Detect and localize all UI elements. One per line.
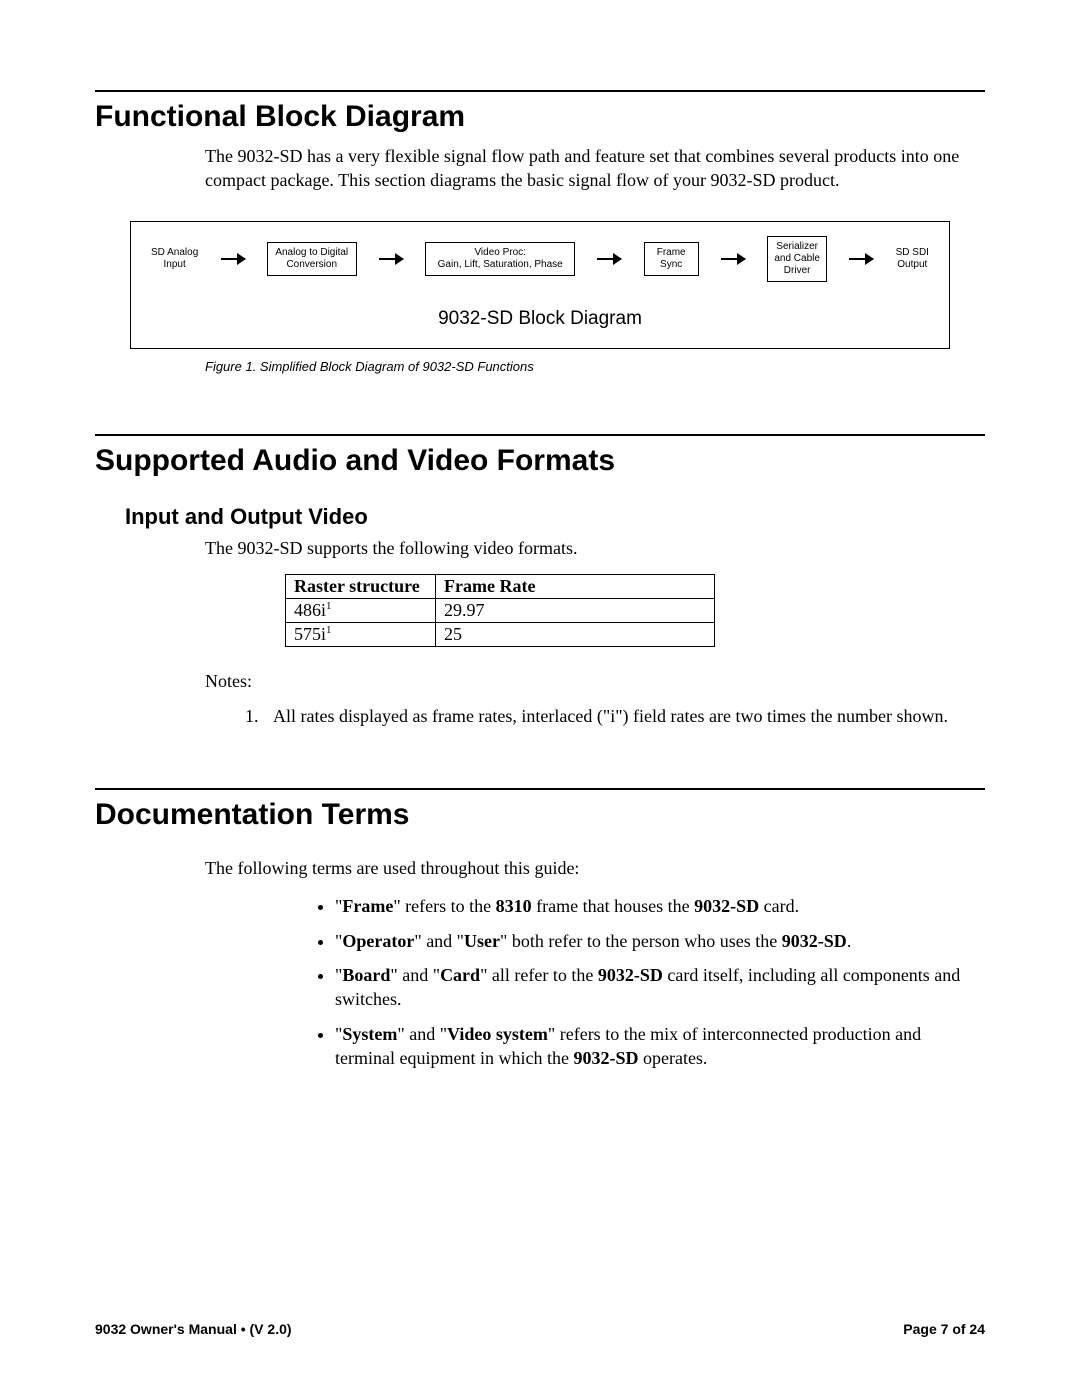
t: " both refer to the person who uses the bbox=[500, 931, 782, 951]
t: operates. bbox=[638, 1048, 707, 1068]
figure-caption: Figure 1. Simplified Block Diagram of 90… bbox=[205, 359, 985, 374]
notes-label: Notes: bbox=[205, 671, 985, 692]
bold: 9032-SD bbox=[598, 965, 663, 985]
heading-functional-block-diagram: Functional Block Diagram bbox=[95, 100, 985, 134]
table-row: 575i1 25 bbox=[286, 622, 715, 646]
section-rule bbox=[95, 90, 985, 92]
node-line: and Cable bbox=[774, 253, 820, 264]
table-header-row: Raster structure Frame Rate bbox=[286, 574, 715, 598]
bold: System bbox=[342, 1024, 397, 1044]
col-header-raster: Raster structure bbox=[286, 574, 436, 598]
heading-documentation-terms: Documentation Terms bbox=[95, 798, 985, 832]
node-line: Video Proc: bbox=[474, 247, 526, 258]
cell-raster: 486i1 bbox=[286, 598, 436, 622]
footnote-sup: 1 bbox=[326, 624, 332, 636]
subheading-input-output-video: Input and Output Video bbox=[125, 504, 985, 530]
node-serializer: Serializer and Cable Driver bbox=[767, 236, 827, 282]
node-line: Serializer bbox=[776, 241, 818, 252]
table-row: 486i1 29.97 bbox=[286, 598, 715, 622]
cell-rate: 25 bbox=[436, 622, 715, 646]
term-operator-user: "Operator" and "User" both refer to the … bbox=[335, 929, 985, 953]
bold: Operator bbox=[342, 931, 414, 951]
bold: 8310 bbox=[496, 896, 532, 916]
raster-value: 486i bbox=[294, 600, 326, 620]
block-diagram-frame: SD Analog Input Analog to Digital Conver… bbox=[130, 221, 950, 349]
node-line: Output bbox=[897, 259, 927, 270]
bold: User bbox=[464, 931, 500, 951]
arrow-icon bbox=[221, 258, 245, 260]
block-diagram-wrapper: SD Analog Input Analog to Digital Conver… bbox=[95, 221, 985, 374]
node-line: SD Analog bbox=[151, 247, 198, 258]
t: " and " bbox=[414, 931, 464, 951]
arrow-icon bbox=[379, 258, 403, 260]
bold: 9032-SD bbox=[573, 1048, 638, 1068]
notes-list: All rates displayed as frame rates, inte… bbox=[235, 704, 985, 728]
video-formats-table: Raster structure Frame Rate 486i1 29.97 … bbox=[285, 574, 715, 647]
col-header-framerate: Frame Rate bbox=[436, 574, 715, 598]
t: " and " bbox=[397, 1024, 447, 1044]
section-rule bbox=[95, 788, 985, 790]
arrow-icon bbox=[721, 258, 745, 260]
node-line: Gain, Lift, Saturation, Phase bbox=[438, 259, 563, 270]
node-line: Frame bbox=[657, 247, 686, 258]
t: frame that houses the bbox=[532, 896, 694, 916]
node-adc: Analog to Digital Conversion bbox=[267, 242, 357, 276]
node-sd-analog-input: SD Analog Input bbox=[151, 247, 198, 271]
signal-flow: SD Analog Input Analog to Digital Conver… bbox=[151, 236, 929, 282]
node-line: Conversion bbox=[286, 259, 337, 270]
raster-value: 575i bbox=[294, 624, 326, 644]
term-board-card: "Board" and "Card" all refer to the 9032… bbox=[335, 963, 985, 1012]
t: " all refer to the bbox=[480, 965, 598, 985]
node-video-proc: Video Proc: Gain, Lift, Saturation, Phas… bbox=[425, 242, 575, 276]
note-item: All rates displayed as frame rates, inte… bbox=[263, 704, 985, 728]
bold: 9032-SD bbox=[782, 931, 847, 951]
heading-supported-formats: Supported Audio and Video Formats bbox=[95, 444, 985, 478]
footer-left: 9032 Owner's Manual • (V 2.0) bbox=[95, 1321, 292, 1337]
terms-list: "Frame" refers to the 8310 frame that ho… bbox=[315, 894, 985, 1070]
page-footer: 9032 Owner's Manual • (V 2.0) Page 7 of … bbox=[95, 1321, 985, 1337]
bold: Board bbox=[342, 965, 390, 985]
cell-rate: 29.97 bbox=[436, 598, 715, 622]
node-sd-sdi-output: SD SDI Output bbox=[896, 247, 929, 271]
footnote-sup: 1 bbox=[326, 600, 332, 612]
bold: Frame bbox=[342, 896, 393, 916]
arrow-icon bbox=[597, 258, 621, 260]
bold: 9032-SD bbox=[694, 896, 759, 916]
section-rule bbox=[95, 434, 985, 436]
node-line: Analog to Digital bbox=[275, 247, 348, 258]
bold: Card bbox=[440, 965, 480, 985]
node-line: SD SDI bbox=[896, 247, 929, 258]
section1-intro: The 9032-SD has a very flexible signal f… bbox=[205, 144, 975, 193]
node-line: Input bbox=[164, 259, 186, 270]
term-frame: "Frame" refers to the 8310 frame that ho… bbox=[335, 894, 985, 918]
term-system: "System" and "Video system" refers to th… bbox=[335, 1022, 985, 1071]
section2-intro: The 9032-SD supports the following video… bbox=[205, 536, 975, 560]
diagram-caption: 9032-SD Block Diagram bbox=[151, 308, 929, 330]
section3-intro: The following terms are used throughout … bbox=[205, 856, 975, 880]
node-frame-sync: Frame Sync bbox=[644, 242, 699, 276]
cell-raster: 575i1 bbox=[286, 622, 436, 646]
t: " and " bbox=[390, 965, 440, 985]
t: . bbox=[847, 931, 852, 951]
node-line: Driver bbox=[784, 265, 811, 276]
node-line: Sync bbox=[660, 259, 682, 270]
t: " refers to the bbox=[393, 896, 495, 916]
footer-right: Page 7 of 24 bbox=[903, 1321, 985, 1337]
bold: Video system bbox=[447, 1024, 548, 1044]
t: card. bbox=[759, 896, 799, 916]
arrow-icon bbox=[849, 258, 873, 260]
